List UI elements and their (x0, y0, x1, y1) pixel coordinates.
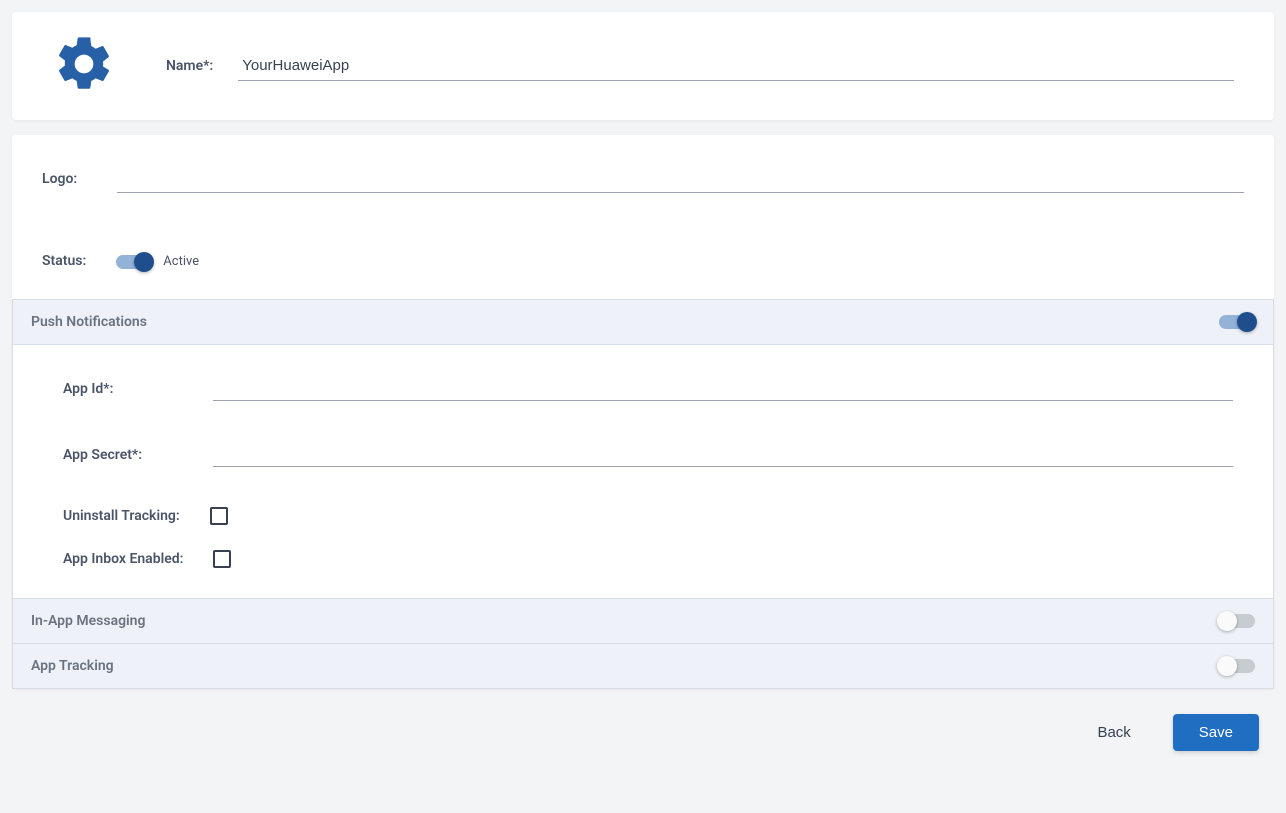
logo-input[interactable] (117, 165, 1244, 193)
logo-label: Logo: (42, 171, 77, 193)
inapp-toggle[interactable] (1219, 614, 1255, 628)
section-push-header[interactable]: Push Notifications (12, 299, 1274, 345)
app-secret-label: App Secret*: (63, 447, 163, 467)
section-tracking-header[interactable]: App Tracking (12, 644, 1274, 689)
app-id-label: App Id*: (63, 381, 163, 401)
status-toggle[interactable] (116, 255, 152, 269)
uninstall-tracking-label: Uninstall Tracking: (63, 508, 180, 524)
push-section-content: App Id*: App Secret*: Uninstall Tracking… (12, 345, 1274, 598)
footer: Back Save (12, 689, 1274, 761)
status-label: Status: (42, 253, 86, 269)
body-card: Logo: Status: Active Push Notifications … (12, 135, 1274, 689)
name-label: Name*: (166, 58, 213, 74)
app-id-input[interactable] (213, 375, 1233, 401)
uninstall-tracking-checkbox[interactable] (210, 507, 228, 525)
section-inapp-title: In-App Messaging (31, 613, 145, 629)
header-card: Name*: (12, 12, 1274, 120)
tracking-toggle[interactable] (1219, 659, 1255, 673)
section-tracking-title: App Tracking (31, 658, 114, 674)
app-inbox-checkbox[interactable] (213, 550, 231, 568)
save-button[interactable]: Save (1173, 714, 1259, 751)
push-toggle[interactable] (1219, 315, 1255, 329)
status-text: Active (163, 254, 199, 269)
name-input[interactable] (238, 51, 1234, 81)
gear-icon (52, 32, 116, 100)
app-secret-input[interactable] (213, 441, 1233, 467)
section-push-title: Push Notifications (31, 314, 147, 330)
back-button[interactable]: Back (1085, 716, 1142, 749)
section-inapp-header[interactable]: In-App Messaging (12, 598, 1274, 644)
app-inbox-label: App Inbox Enabled: (63, 551, 183, 567)
